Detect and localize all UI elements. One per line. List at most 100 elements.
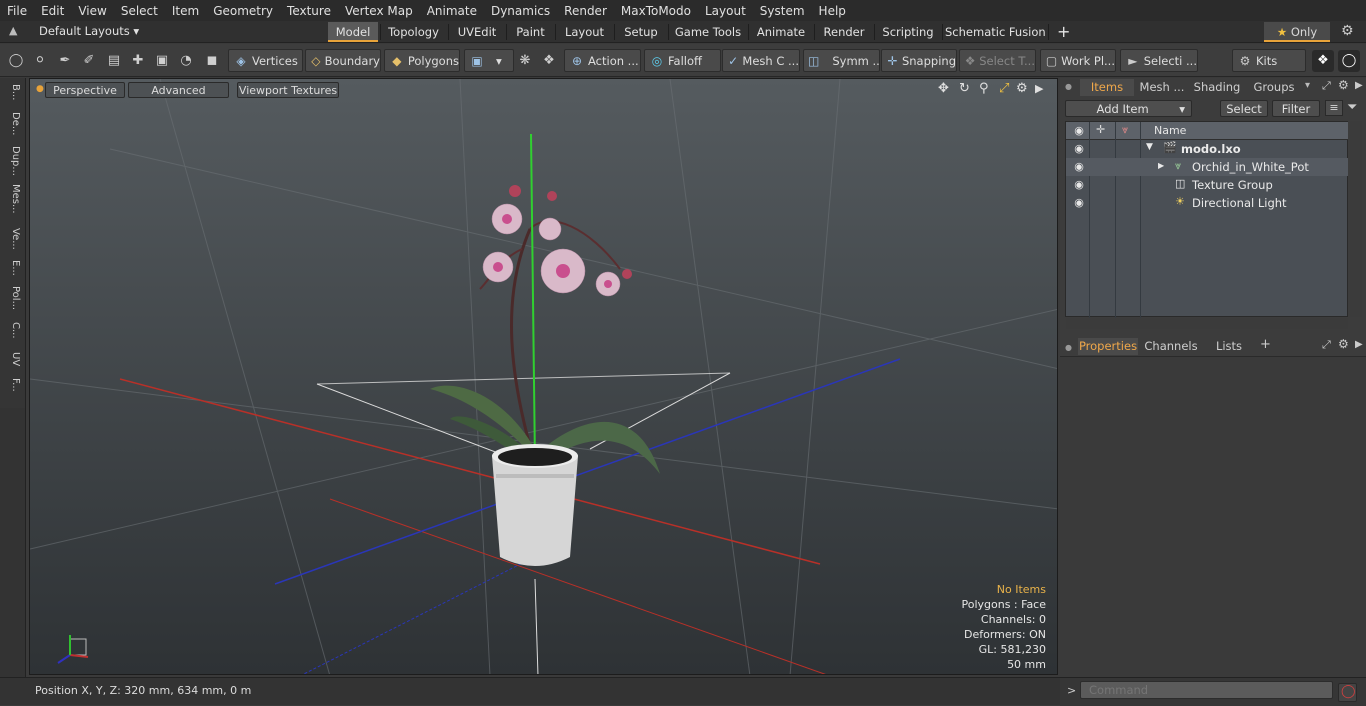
viewport-gear-icon[interactable]: ⚙ (1016, 81, 1028, 96)
panel-expand-icon[interactable]: ▶ (1355, 80, 1363, 91)
left-tab-polygon[interactable]: Pol... (3, 286, 21, 310)
left-tab-uv[interactable]: UV (3, 352, 21, 366)
collapse-arrow-icon[interactable]: ▼ (1146, 142, 1153, 152)
eye-icon[interactable]: ◉ (1072, 142, 1086, 155)
menu-edit[interactable]: Edit (34, 4, 71, 18)
falloff-button[interactable]: ◎ Falloff (644, 49, 721, 72)
vertices-button[interactable]: ◈ Vertices (228, 49, 303, 72)
tab-scripting[interactable]: Scripting (877, 22, 939, 42)
selection-sets-button[interactable]: ► Selecti ... (1120, 49, 1198, 72)
column-name[interactable]: Name (1154, 124, 1186, 137)
eye-icon[interactable]: ◉ (1072, 160, 1086, 173)
tab-model[interactable]: Model (328, 22, 378, 42)
transform-icon[interactable]: ✚ (129, 52, 147, 70)
tab-items[interactable]: Items (1080, 79, 1134, 96)
zoom-icon[interactable]: ⚲ (979, 81, 989, 96)
select-circle-icon[interactable]: ◯ (7, 52, 25, 70)
tab-render[interactable]: Render (817, 22, 871, 42)
unity-icon[interactable]: ❖ (1312, 50, 1334, 72)
menu-render[interactable]: Render (557, 4, 614, 18)
layouts-selector[interactable]: Default Layouts ▾ (39, 24, 139, 38)
left-tab-mesh-edit[interactable]: Mes... (3, 184, 21, 214)
horizontal-scrollbar[interactable] (1066, 318, 1348, 329)
move-view-icon[interactable]: ✥ (938, 81, 949, 96)
menu-dynamics[interactable]: Dynamics (484, 4, 557, 18)
panel-dot-icon[interactable]: ● (1065, 82, 1072, 91)
viewport-dot-icon[interactable]: ● (36, 84, 44, 94)
list-options-icon[interactable]: ≡ (1325, 100, 1343, 116)
rotate-view-icon[interactable]: ↻ (959, 81, 970, 96)
scale-icon[interactable]: ▣ (153, 52, 171, 70)
tab-paint[interactable]: Paint (509, 22, 552, 42)
viewport-expand-icon[interactable]: ▶ (1035, 82, 1043, 95)
viewport-textures-button[interactable]: Viewport Textures (237, 82, 339, 98)
left-tab-basic[interactable]: B... (3, 84, 21, 100)
maximize-icon[interactable]: ⤢ (1322, 338, 1331, 352)
left-tab-duplicate[interactable]: Dup... (3, 146, 21, 176)
menu-view[interactable]: View (71, 4, 113, 18)
transform-column-icon[interactable]: ⩔ (1122, 123, 1128, 137)
panel-dot-icon[interactable]: ● (1065, 343, 1072, 352)
menu-vertex-map[interactable]: Vertex Map (338, 4, 420, 18)
tab-game-tools[interactable]: Game Tools (671, 22, 745, 42)
menu-layout[interactable]: Layout (698, 4, 753, 18)
item-row-light[interactable]: ◉ ☀ Directional Light (1066, 194, 1348, 212)
panel-expand-icon[interactable]: ▶ (1355, 339, 1363, 350)
left-tab-curve[interactable]: C... (3, 322, 21, 339)
layout-collapse-icon[interactable]: ▲ (9, 24, 17, 37)
expand-arrow-icon[interactable]: ▶ (1158, 161, 1164, 170)
tab-uvedit[interactable]: UVEdit (451, 22, 503, 42)
tab-groups[interactable]: Groups (1248, 79, 1300, 96)
add-item-button[interactable]: Add Item ▾ (1065, 100, 1192, 117)
select-through-button[interactable]: ❖ Select T... (959, 49, 1036, 72)
menu-file[interactable]: File (0, 4, 34, 18)
gear-icon[interactable]: ⚙ (1341, 23, 1354, 39)
menu-texture[interactable]: Texture (280, 4, 338, 18)
brush-icon[interactable]: ✐ (80, 52, 98, 70)
center-icon[interactable]: ❖ (540, 52, 558, 70)
funnel-icon[interactable]: ⏷ (1347, 100, 1357, 115)
tab-lists[interactable]: Lists (1205, 338, 1253, 355)
tab-layout[interactable]: Layout (558, 22, 611, 42)
tab-schematic-fusion[interactable]: Schematic Fusion (945, 22, 1046, 42)
kits-button[interactable]: ⚙ Kits (1232, 49, 1306, 72)
vertical-scrollbar[interactable] (1350, 121, 1362, 317)
fit-view-icon[interactable]: ⤢ (999, 81, 1009, 96)
3d-viewport[interactable]: ● Perspective Advanced Viewport Textures… (29, 78, 1058, 675)
mesh-constraint-button[interactable]: ✓ Mesh C ... (722, 49, 800, 72)
menu-select[interactable]: Select (114, 4, 165, 18)
only-toggle[interactable]: ★ Only (1264, 22, 1330, 42)
menu-geometry[interactable]: Geometry (206, 4, 280, 18)
select-button[interactable]: Select (1220, 100, 1268, 117)
action-center-button[interactable]: ⊕ Action ... (564, 49, 641, 72)
eye-icon[interactable]: ◉ (1072, 196, 1086, 209)
maximize-icon[interactable]: ⤢ (1322, 79, 1331, 93)
panel-gear-icon[interactable]: ⚙ (1338, 337, 1349, 351)
tab-animate[interactable]: Animate (751, 22, 811, 42)
chevron-down-icon[interactable]: ▾ (1305, 80, 1310, 91)
left-tab-edge[interactable]: E... (3, 260, 21, 276)
boundary-button[interactable]: ◇ Boundary (305, 49, 381, 72)
left-tab-fusion[interactable]: F... (3, 378, 21, 392)
left-tab-deform[interactable]: De... (3, 112, 21, 135)
material-icon[interactable]: ❋ (516, 52, 534, 70)
record-button[interactable]: ◯ (1338, 683, 1357, 702)
command-input[interactable] (1080, 681, 1333, 699)
rotate-icon[interactable]: ◔ (177, 52, 195, 70)
align-icon[interactable]: ▤ (105, 52, 123, 70)
menu-maxtomodo[interactable]: MaxToModo (614, 4, 698, 18)
unreal-icon[interactable]: ◯ (1338, 50, 1360, 72)
add-properties-tab-button[interactable]: + (1260, 337, 1271, 352)
shield-icon[interactable]: ◼ (203, 52, 221, 70)
tab-channels[interactable]: Channels (1142, 338, 1200, 355)
advanced-button[interactable]: Advanced (128, 82, 229, 98)
pen-icon[interactable]: ✒ (56, 52, 74, 70)
eye-icon[interactable]: ◉ (1072, 178, 1086, 191)
item-row-mesh[interactable]: ◉ ▶ ⩔ Orchid_in_White_Pot (1066, 158, 1348, 176)
tab-setup[interactable]: Setup (617, 22, 665, 42)
item-row-scene[interactable]: ◉ ▼ 🎬 modo.lxo (1066, 140, 1348, 158)
polygons-button[interactable]: ◆ Polygons (384, 49, 460, 72)
symmetry-button[interactable]: ◫ Symm ... (803, 49, 880, 72)
snapping-button[interactable]: ✛ Snapping (881, 49, 957, 72)
item-mode-button[interactable]: ▣ ▾ (464, 49, 514, 72)
